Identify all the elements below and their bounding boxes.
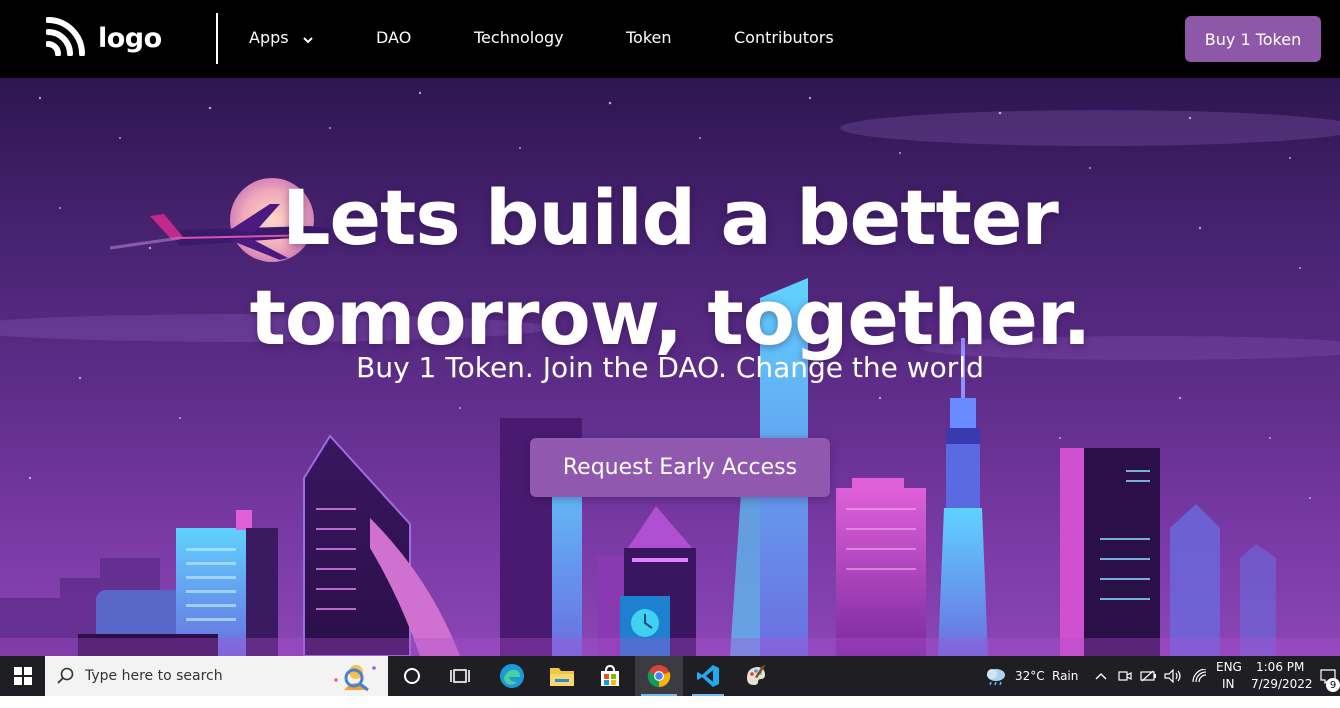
hero-subheadline: Buy 1 Token. Join the DAO. Change the wo… [356,351,984,384]
search-placeholder: Type here to search [85,668,223,684]
windows-taskbar: Type here to search 32°C Rain ENG IN 1:0… [0,656,1340,696]
nav-link-technology[interactable]: Technology [474,28,564,47]
buy-token-button[interactable]: Buy 1 Token [1185,16,1321,62]
language-indicator-line-1[interactable]: ENG [1216,660,1242,674]
hero-headline: Lets build a better tomorrow, together. [0,168,1340,368]
vscode-icon[interactable] [686,656,730,696]
language-indicator-line-2[interactable]: IN [1222,677,1235,691]
request-early-access-button[interactable]: Request Early Access [530,438,830,497]
hero-headline-line-1: Lets build a better [282,173,1059,262]
top-navbar: logo Apps DAO Technology Token Contribut… [0,0,1340,78]
search-highlight-icon [326,660,378,696]
volume-icon[interactable] [1163,656,1183,696]
weather-rain-icon[interactable] [982,656,1010,696]
nav-link-label: Apps [249,28,289,47]
clock-date[interactable]: 7/29/2022 [1251,677,1313,691]
nav-link-dao[interactable]: DAO [376,28,411,47]
taskbar-search-input[interactable]: Type here to search [45,656,388,696]
weather-description[interactable]: Rain [1052,669,1078,683]
start-icon[interactable] [0,656,45,696]
store-icon[interactable] [588,656,632,696]
task-view-icon[interactable] [440,656,480,696]
paint-icon[interactable] [734,656,778,696]
logo-text: logo [98,22,162,54]
cortana-icon[interactable] [392,656,432,696]
nav-link-apps[interactable]: Apps [249,28,314,48]
chevron-up-icon[interactable] [1092,656,1110,696]
file-explorer-icon[interactable] [540,656,584,696]
logo[interactable]: logo [45,16,162,60]
notifications-icon[interactable]: 9 [1316,656,1340,696]
weather-temperature[interactable]: 32°C [1015,669,1045,683]
chrome-icon[interactable] [635,656,683,696]
wifi-icon[interactable] [1189,656,1209,696]
battery-icon[interactable] [1139,656,1159,696]
chevron-down-icon [302,29,314,48]
clock-time[interactable]: 1:06 PM [1256,660,1304,674]
logo-icon [45,16,86,60]
notification-count-badge: 9 [1326,678,1340,692]
nav-link-token[interactable]: Token [626,28,672,47]
search-icon [57,667,75,685]
hero-section: Lets build a better tomorrow, together. … [0,78,1340,656]
screen-bottom-edge [0,696,1340,708]
nav-divider [216,13,218,64]
nav-link-contributors[interactable]: Contributors [734,28,834,47]
meet-now-icon[interactable] [1116,656,1134,696]
edge-icon[interactable] [490,656,534,696]
